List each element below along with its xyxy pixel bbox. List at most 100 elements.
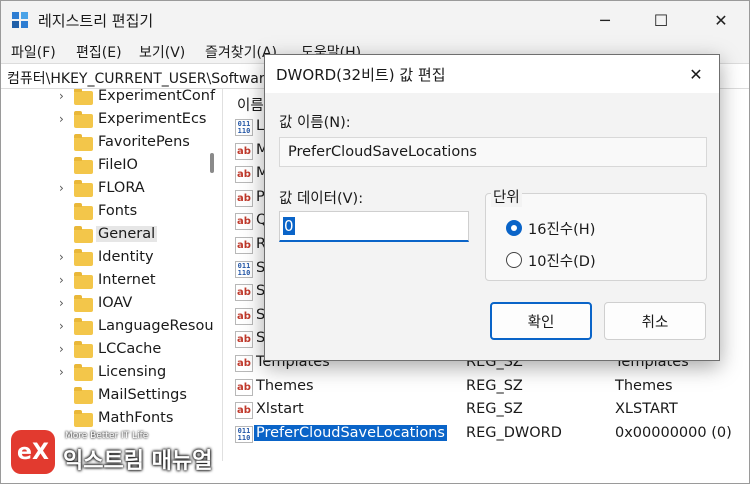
- registry-app-icon: [12, 12, 28, 28]
- tree-item-label: FileIO: [98, 157, 138, 173]
- tree-item-label: FavoritePens: [98, 134, 190, 150]
- string-value-icon: ab: [235, 307, 253, 325]
- value-row[interactable]: ab Themes REG_SZ Themes: [235, 376, 745, 399]
- tree-item[interactable]: › Identity: [1, 247, 211, 270]
- radio-hex-label[interactable]: 16진수(H): [528, 218, 595, 239]
- string-value-icon: ab: [235, 355, 253, 372]
- tree-item-label: LanguageResou: [98, 318, 214, 334]
- string-value-icon: ab: [235, 213, 253, 231]
- folder-icon: [74, 318, 93, 335]
- value-row[interactable]: ab Xlstart REG_SZ XLSTART: [235, 399, 745, 422]
- tree-item-label: LCCache: [98, 341, 162, 357]
- string-value-icon: ab: [235, 142, 253, 160]
- radio-decimal-label[interactable]: 10진수(D): [528, 250, 596, 271]
- string-value-icon: ab: [235, 166, 253, 184]
- value-data-label: 값 데이터(V):: [279, 191, 364, 207]
- chevron-right-icon[interactable]: ›: [59, 319, 64, 333]
- ok-button[interactable]: 확인: [490, 302, 592, 340]
- menu-view[interactable]: 보기(V): [139, 42, 185, 62]
- tree-item-label: General: [96, 226, 158, 242]
- folder-icon: [74, 203, 93, 220]
- radio-decimal[interactable]: [506, 252, 522, 268]
- binary-value-icon: 011 110: [235, 119, 253, 136]
- tree-item[interactable]: › LCCache: [1, 339, 211, 362]
- minimize-icon: ─: [600, 10, 610, 30]
- value-data: 0x00000000 (0): [615, 424, 732, 441]
- menu-file[interactable]: 파일(F): [11, 42, 56, 62]
- tree-item[interactable]: FileIO: [1, 155, 211, 178]
- column-header-name[interactable]: 이름: [237, 94, 264, 115]
- watermark-name: 익스트림 매뉴얼: [63, 449, 213, 474]
- folder-icon: [74, 364, 93, 381]
- title-bar: 레지스트리 편집기 ─ ☐ ✕: [1, 1, 749, 39]
- menu-edit[interactable]: 편집(E): [76, 42, 122, 62]
- tree-item[interactable]: › IOAV: [1, 293, 211, 316]
- string-value-icon: ab: [235, 189, 253, 207]
- chevron-right-icon[interactable]: ›: [59, 112, 64, 126]
- tree-item[interactable]: Fonts: [1, 201, 211, 224]
- folder-icon: [74, 249, 93, 266]
- value-name-field: PreferCloudSaveLocations: [279, 137, 707, 167]
- close-icon: ✕: [689, 64, 703, 84]
- tree-item-label: Internet: [98, 272, 156, 288]
- minimize-button[interactable]: ─: [581, 1, 629, 39]
- window-title: 레지스트리 편집기: [38, 12, 154, 30]
- tree-scrollbar-thumb[interactable]: [210, 153, 214, 173]
- tree-item[interactable]: General: [1, 224, 211, 247]
- tree-item[interactable]: FavoritePens: [1, 132, 211, 155]
- close-icon: ✕: [714, 10, 728, 30]
- maximize-button[interactable]: ☐: [637, 1, 685, 39]
- chevron-right-icon[interactable]: ›: [59, 273, 64, 287]
- tree-item[interactable]: › ExperimentConf: [1, 89, 215, 109]
- maximize-icon: ☐: [653, 10, 669, 30]
- folder-icon: [74, 157, 93, 174]
- tree-item[interactable]: › LanguageResou: [1, 316, 214, 339]
- chevron-right-icon[interactable]: ›: [59, 89, 64, 103]
- key-tree[interactable]: › ExperimentConf › ExperimentEcs FavoritePen…: [1, 89, 223, 461]
- folder-icon: [74, 341, 93, 358]
- folder-icon: [74, 295, 93, 312]
- folder-icon: [74, 111, 93, 128]
- value-row[interactable]: 011 110 PreferCloudSaveLocations REG_DWORD 0…: [235, 423, 745, 446]
- value-type: REG_DWORD: [466, 424, 562, 441]
- value-data-text: 0: [283, 217, 295, 235]
- tree-item-label: FLORA: [98, 180, 145, 196]
- chevron-right-icon[interactable]: ›: [59, 365, 64, 379]
- tree-item[interactable]: › FLORA: [1, 178, 211, 201]
- radio-hex[interactable]: [506, 220, 522, 236]
- watermark-logo-text: eX: [17, 439, 49, 465]
- chevron-right-icon[interactable]: ›: [59, 296, 64, 310]
- folder-icon: [74, 134, 93, 151]
- edit-dword-dialog: DWORD(32비트) 값 편집 ✕ 값 이름(N): PreferCloudS…: [264, 54, 720, 361]
- tree-item[interactable]: MailSettings: [1, 385, 211, 408]
- chevron-right-icon[interactable]: ›: [59, 342, 64, 356]
- tree-item-label: Identity: [98, 249, 154, 265]
- folder-icon: [74, 272, 93, 289]
- chevron-right-icon[interactable]: ›: [59, 250, 64, 264]
- watermark-logo: eX: [11, 430, 55, 474]
- values-horizontal-scrollbar[interactable]: [229, 461, 749, 483]
- value-name: PreferCloudSaveLocations: [254, 424, 447, 441]
- close-button[interactable]: ✕: [697, 1, 745, 39]
- folder-icon: [74, 180, 93, 197]
- tree-item-label: Fonts: [98, 203, 138, 219]
- value-type: REG_SZ: [466, 377, 523, 394]
- string-value-icon: ab: [235, 237, 253, 254]
- tree-item[interactable]: › Licensing: [1, 362, 211, 385]
- tree-item-label: ExperimentEcs: [98, 111, 207, 127]
- value-data-input[interactable]: 0: [279, 211, 469, 242]
- watermark-tagline: More Better IT Life: [65, 431, 149, 441]
- binary-value-icon: 011 110: [235, 425, 253, 443]
- chevron-right-icon[interactable]: ›: [59, 181, 64, 195]
- tree-item-label: Licensing: [98, 364, 167, 380]
- value-name: Themes: [256, 377, 314, 394]
- value-data: Themes: [615, 377, 673, 394]
- string-value-icon: ab: [235, 284, 253, 302]
- dialog-close-button[interactable]: ✕: [681, 61, 711, 87]
- tree-item[interactable]: › Internet: [1, 270, 211, 293]
- cancel-button[interactable]: 취소: [604, 302, 706, 340]
- tree-item[interactable]: › ExperimentEcs: [1, 109, 211, 132]
- watermark: eX More Better IT Life 익스트림 매뉴얼: [7, 423, 227, 479]
- value-type: REG_SZ: [466, 401, 523, 418]
- value-data: XLSTART: [615, 401, 678, 418]
